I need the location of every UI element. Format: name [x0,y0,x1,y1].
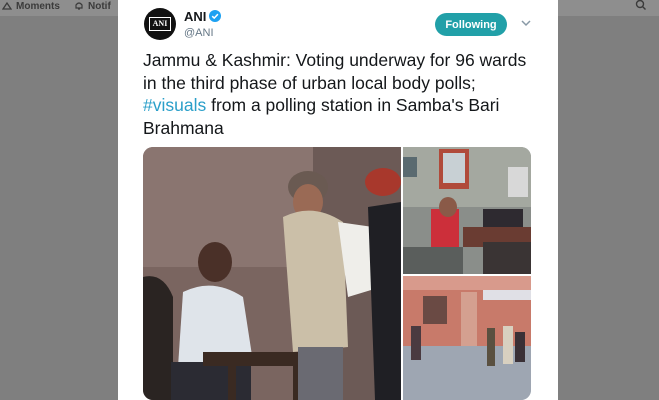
photo-polling-officer[interactable] [143,147,401,400]
nav-notifications[interactable]: Notif [74,0,111,12]
nav-notifications-label: Notif [88,0,111,12]
following-button[interactable]: Following [435,13,507,36]
tweet-text-before: Jammu & Kashmir: Voting underway for 96 … [143,50,527,93]
photo-polling-room[interactable] [403,147,531,274]
nav-moments[interactable]: Moments [2,0,60,12]
search-icon[interactable] [635,0,647,12]
tweet-text: Jammu & Kashmir: Voting underway for 96 … [143,49,543,139]
display-name[interactable]: ANI [184,9,206,24]
photo-polling-station-exterior[interactable] [403,276,531,400]
avatar-logo: ANI [149,17,171,31]
verified-badge-icon [209,10,221,22]
nav-moments-label: Moments [16,0,60,12]
handle[interactable]: @ANI [184,27,214,39]
hashtag-link[interactable]: #visuals [143,95,206,115]
bell-icon [75,2,83,10]
tweet-card: ANI ANI @ANI Following Jammu & Kashmir: … [118,0,558,400]
moments-icon [2,1,12,10]
media-grid [143,147,531,400]
avatar[interactable]: ANI [144,8,176,40]
chevron-down-icon[interactable] [520,18,532,28]
